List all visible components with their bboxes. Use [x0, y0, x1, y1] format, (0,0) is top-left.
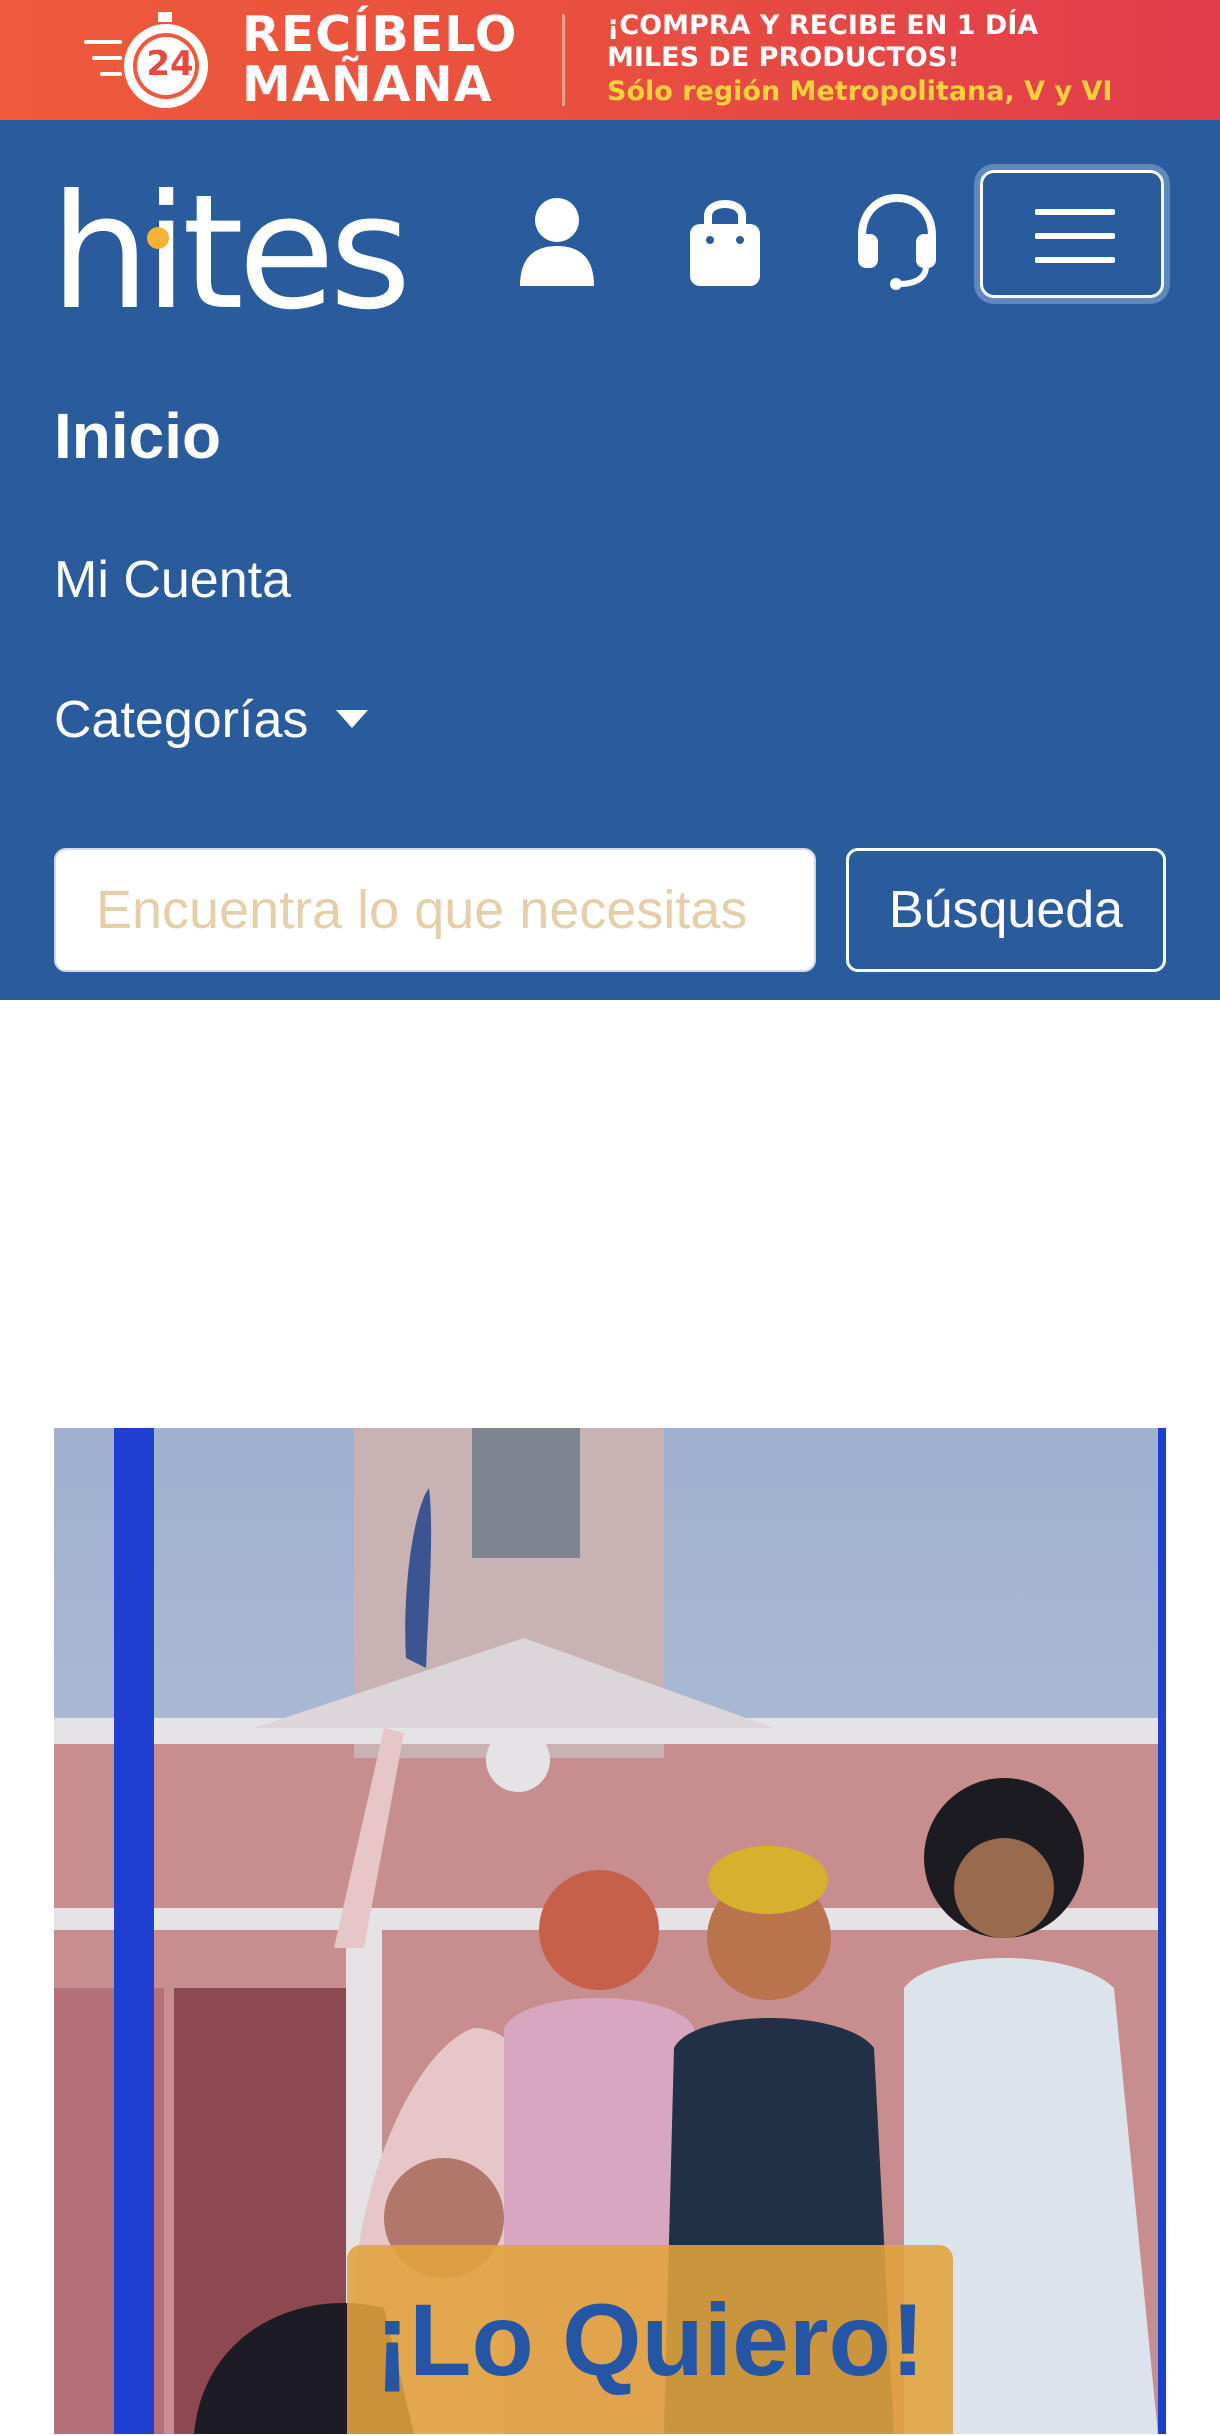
search-input[interactable]: [54, 848, 816, 972]
shopping-bag-icon[interactable]: [680, 190, 770, 290]
hites-logo[interactable]: hites: [50, 162, 420, 312]
headset-support-icon[interactable]: [852, 190, 942, 290]
nav-dropdown-categorias[interactable]: Categorías: [54, 688, 369, 752]
promo-line-3: Sólo región Metropolitana, V y VI: [607, 76, 1113, 107]
site-header: hites Inicio Mi Cuenta Categorías Búsque…: [0, 120, 1220, 1000]
promo-divider: [562, 14, 565, 106]
promo-line-2: MILES DE PRODUCTOS!: [607, 42, 960, 73]
nav-link-mi-cuenta[interactable]: Mi Cuenta: [54, 550, 291, 610]
timer-number: 24: [146, 44, 194, 84]
search-button[interactable]: Búsqueda: [846, 848, 1166, 972]
nav-link-inicio[interactable]: Inicio: [54, 398, 221, 474]
nav-categorias-label: Categorías: [54, 691, 309, 749]
promo-line-1: ¡COMPRA Y RECIBE EN 1 DÍA: [607, 10, 1039, 41]
logo-text: hites: [50, 162, 406, 312]
promo-headline-2: MAÑANA: [242, 56, 493, 113]
promo-headline-1: RECÍBELO: [242, 6, 518, 63]
logo-dot: [147, 227, 169, 249]
user-icon[interactable]: [512, 190, 602, 290]
promo-banner[interactable]: 24 RECÍBELO MAÑANA ¡COMPRA Y RECIBE EN 1…: [0, 0, 1220, 120]
menu-toggle-button[interactable]: [980, 170, 1164, 298]
lo-quiero-button[interactable]: ¡Lo Quiero!: [347, 2245, 953, 2434]
caret-down-icon: [336, 710, 369, 729]
